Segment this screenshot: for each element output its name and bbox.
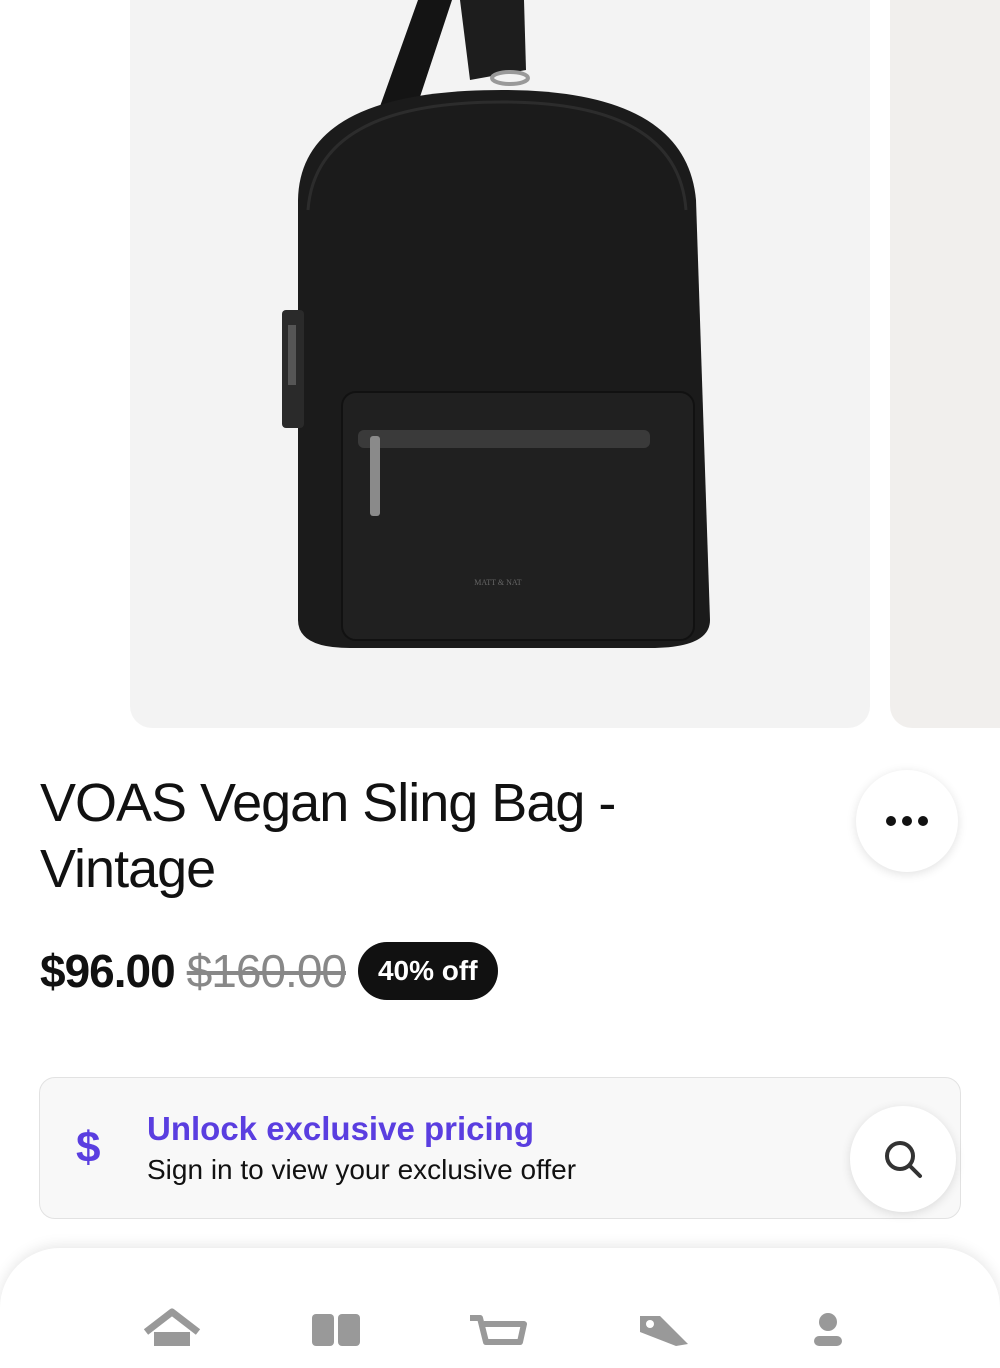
sale-price: $96.00 (40, 945, 176, 997)
promo-title[interactable]: Unlock exclusive pricing (147, 1110, 534, 1148)
bottom-tab-bar (0, 1248, 1000, 1368)
search-button[interactable] (850, 1106, 956, 1212)
product-title-line-1: VOAS Vegan Sling Bag - (40, 773, 616, 833)
brand-logo: MATT & NAT (474, 578, 522, 587)
categories-icon[interactable] (308, 1306, 368, 1346)
product-title-line-2: Vintage (40, 839, 216, 899)
home-icon[interactable] (142, 1306, 202, 1346)
more-icon (886, 816, 928, 826)
exclusive-pricing-banner[interactable]: $ Unlock exclusive pricing Sign in to vi… (39, 1077, 961, 1219)
product-image-card[interactable]: MATT & NAT (130, 0, 870, 728)
next-image-card[interactable] (890, 0, 1000, 728)
product-image: MATT & NAT (282, 0, 710, 648)
cart-icon[interactable] (468, 1306, 528, 1346)
dollar-icon: $ (76, 1123, 101, 1172)
original-price: $160.00 (186, 945, 347, 997)
deals-icon[interactable] (636, 1306, 696, 1346)
more-options-button[interactable] (856, 770, 958, 872)
price-row: $96.00 $160.00 40% off (40, 940, 498, 1002)
promo-subtitle: Sign in to view your exclusive offer (147, 1154, 577, 1185)
discount-badge: 40% off (357, 942, 498, 1000)
account-icon[interactable] (798, 1306, 858, 1346)
image-gallery[interactable]: MATT & NAT (0, 0, 1000, 730)
product-title: VOAS Vegan Sling Bag - Vintage (40, 770, 820, 902)
search-icon (885, 1141, 922, 1178)
